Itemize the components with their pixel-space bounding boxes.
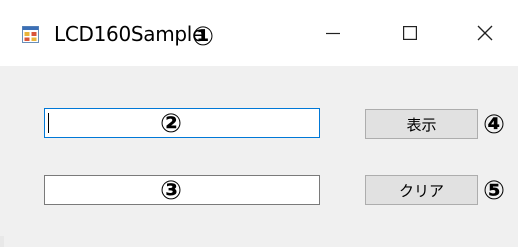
clear-button-label: クリア [398, 181, 444, 200]
marker-4: ④ [483, 110, 506, 140]
minimize-icon [326, 32, 340, 35]
windows-form-icon [22, 26, 39, 43]
app-window: LCD160Sample ① ② ③ 表示 ④ クリア ⑤ [0, 0, 518, 247]
marker-3: ③ [160, 176, 183, 206]
form-client-area [0, 66, 518, 247]
maximize-icon [403, 26, 417, 40]
minimize-button[interactable] [298, 0, 368, 66]
window-edge [0, 236, 4, 247]
close-icon [477, 25, 493, 41]
show-button[interactable]: 表示 [365, 109, 478, 139]
close-button[interactable] [450, 0, 518, 66]
marker-5: ⑤ [483, 176, 506, 206]
marker-1: ① [192, 22, 215, 52]
maximize-button[interactable] [375, 0, 445, 66]
window-title: LCD160Sample [54, 22, 205, 46]
title-bar[interactable]: LCD160Sample ① [0, 0, 518, 66]
marker-2: ② [160, 109, 183, 139]
show-button-label: 表示 [406, 115, 437, 134]
clear-button[interactable]: クリア [365, 175, 478, 205]
text-caret [48, 113, 49, 133]
